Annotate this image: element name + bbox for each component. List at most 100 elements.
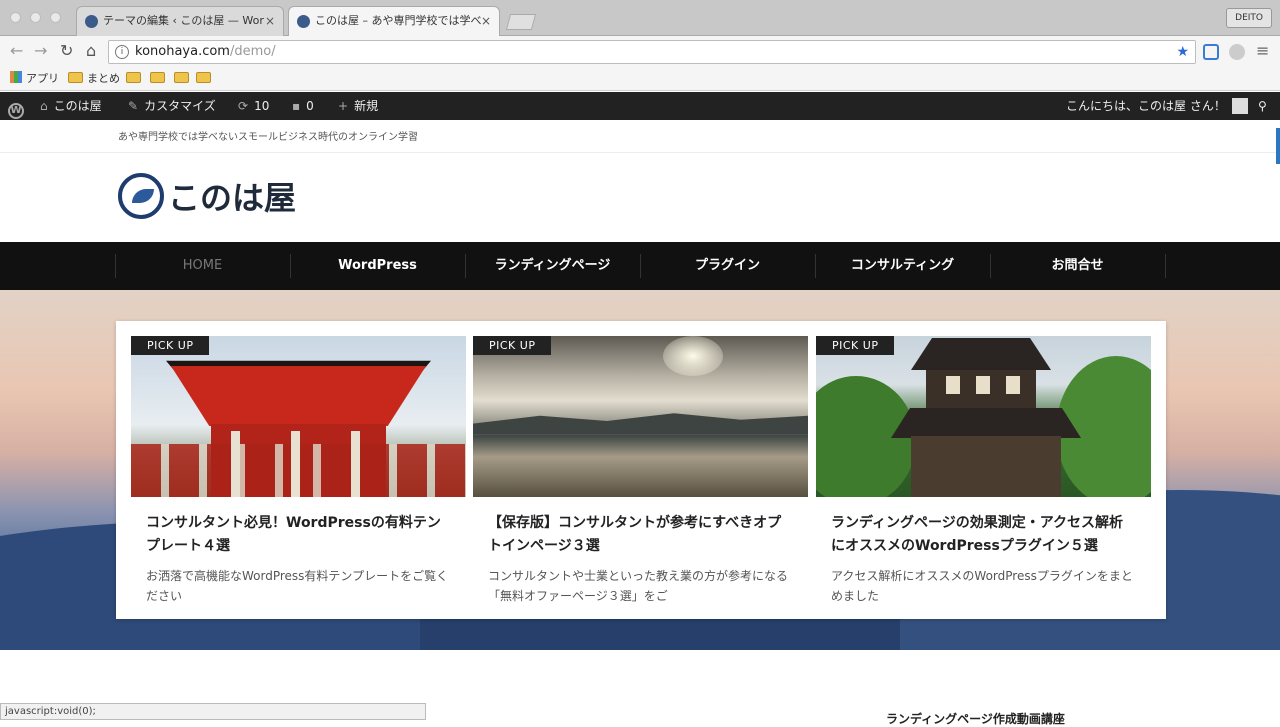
site-tagline: あや専門学校では学べないスモールビジネス時代のオンライン学習 — [118, 132, 418, 143]
sun-shape — [663, 336, 723, 376]
address-bar[interactable]: i konohaya.com/demo/ ★ — [108, 40, 1196, 64]
admin-search-icon[interactable]: ⚲ — [1258, 92, 1267, 120]
admin-new-content[interactable]: + 新規 — [338, 92, 378, 120]
gate-pillar-shape — [351, 431, 360, 497]
admin-customize[interactable]: ✎ カスタマイズ — [128, 92, 216, 120]
tab-title: テーマの編集 ‹ このは屋 — Wor — [103, 14, 264, 27]
bookmark-apps[interactable]: アプリ — [10, 71, 59, 87]
browser-toolbar: ← → ↻ ⌂ i konohaya.com/demo/ ★ ≡ — [0, 36, 1280, 68]
back-arrow-icon[interactable]: ← — [10, 43, 23, 59]
admin-account-menu[interactable]: こんにちは、このは屋 さん！ — [1066, 92, 1248, 120]
nav-item-consulting[interactable]: コンサルティング — [815, 242, 990, 290]
updates-count: 10 — [254, 99, 270, 113]
comment-icon: ▪ — [292, 99, 301, 113]
header-divider — [0, 152, 1280, 153]
pickup-card[interactable]: PICK UP コンサルタント必見！WordPressの有料テンプレート４選 お… — [131, 336, 466, 606]
nav-item-landing-page[interactable]: ランディングページ — [465, 242, 640, 290]
url-path: /demo/ — [229, 44, 276, 59]
temple-window-shape — [946, 376, 960, 394]
close-window-button[interactable] — [10, 12, 21, 23]
pickup-description: お洒落で高機能なWordPress有料テンプレートをご覧ください — [146, 569, 449, 603]
gate-pillar-shape — [231, 431, 240, 497]
pickup-card[interactable]: PICK UP 【保存版】コンサルタントが参考にすべきオプトインページ３選 コン… — [473, 336, 808, 606]
zoom-window-button[interactable] — [50, 12, 61, 23]
pickup-badge: PICK UP — [473, 336, 552, 355]
bookmark-label: アプリ — [26, 72, 59, 85]
cast-extension-icon[interactable] — [1203, 44, 1219, 60]
plus-icon: + — [338, 99, 349, 113]
pickup-description: アクセス解析にオススメのWordPressプラグインをまとめました — [831, 569, 1133, 603]
bookmark-folder[interactable] — [174, 71, 193, 87]
bookmark-folder[interactable] — [196, 71, 215, 87]
temple-lower-shape — [911, 436, 1061, 497]
temple-roof-shape — [891, 408, 1081, 438]
comments-count: 0 — [306, 99, 314, 113]
wp-logo-menu[interactable]: W — [8, 92, 24, 120]
bookmark-label: まとめ — [87, 72, 120, 85]
wordpress-logo-icon: W — [8, 103, 24, 119]
temple-window-shape — [1006, 376, 1020, 394]
nav-item-plugin[interactable]: プラグイン — [640, 242, 815, 290]
nav-item-wordpress[interactable]: WordPress — [290, 242, 465, 290]
wordpress-favicon-icon — [297, 15, 310, 28]
nav-divider — [1165, 254, 1166, 278]
ridge-shape — [473, 413, 808, 434]
admin-site-name[interactable]: ⌂ このは屋 — [40, 92, 102, 120]
tab-close-icon[interactable]: × — [265, 7, 275, 35]
admin-comments[interactable]: ▪ 0 — [292, 92, 314, 120]
dashboard-icon: ⌂ — [40, 99, 48, 113]
shrine-gate-image: PICK UP — [131, 336, 466, 497]
wp-admin-bar: W ⌂ このは屋 ✎ カスタマイズ ⟳ 10 ▪ 0 + 新規 こんにちは、このは屋 さん… — [0, 92, 1280, 120]
wordpress-favicon-icon — [85, 15, 98, 28]
forward-arrow-icon[interactable]: → — [34, 43, 47, 59]
reload-icon[interactable]: ↻ — [60, 43, 73, 59]
admin-customize-label: カスタマイズ — [144, 99, 216, 113]
temple-window-shape — [976, 376, 990, 394]
folder-icon — [68, 72, 83, 83]
pickup-title[interactable]: コンサルタント必見！WordPressの有料テンプレート４選 — [131, 512, 466, 558]
info-icon[interactable]: i — [115, 45, 129, 59]
pickup-card[interactable]: PICK UP ランディングページの効果測定・アクセス解析にオススメのWordP… — [816, 336, 1151, 606]
gate-body-shape — [171, 366, 426, 426]
pickup-description: コンサルタントや士業といった教え業の方が参考になる「無料オファーページ３選」をご — [488, 569, 789, 603]
pickup-badge: PICK UP — [816, 336, 895, 355]
sea-of-clouds-image: PICK UP — [473, 336, 808, 497]
bookmark-star-icon[interactable]: ★ — [1176, 41, 1189, 63]
admin-updates[interactable]: ⟳ 10 — [238, 92, 269, 120]
pickup-title[interactable]: 【保存版】コンサルタントが参考にすべきオプトインページ３選 — [473, 512, 808, 558]
new-tab-button[interactable] — [505, 14, 537, 30]
leaf-logo-icon — [118, 173, 164, 219]
scroll-indicator — [1276, 128, 1280, 164]
admin-site-name-label: このは屋 — [53, 99, 102, 113]
folder-icon — [174, 72, 189, 83]
nav-item-home[interactable]: HOME — [115, 242, 290, 290]
temple-roof-shape — [911, 338, 1051, 370]
profile-button[interactable]: DEITO — [1226, 8, 1272, 28]
temple-image: PICK UP — [816, 336, 1151, 497]
site-logo[interactable]: このは屋 — [118, 172, 296, 220]
bookmark-folder[interactable] — [150, 71, 169, 87]
folder-icon — [126, 72, 141, 83]
folder-icon — [150, 72, 165, 83]
tab-site-front[interactable]: このは屋 – あや専門学校では学べ × — [288, 6, 500, 36]
tab-close-icon[interactable]: × — [481, 7, 491, 35]
pickup-section: PICK UP コンサルタント必見！WordPressの有料テンプレート４選 お… — [116, 321, 1166, 619]
bookmark-matome[interactable]: まとめ — [68, 71, 120, 87]
sidebar-heading: ランディングページ作成動画講座 — [886, 712, 1065, 726]
apps-grid-icon — [10, 71, 22, 83]
pickup-title[interactable]: ランディングページの効果測定・アクセス解析にオススメのWordPressプラグイ… — [816, 512, 1151, 558]
refresh-icon: ⟳ — [238, 99, 249, 113]
pickup-badge: PICK UP — [131, 336, 210, 355]
browser-tab-strip: テーマの編集 ‹ このは屋 — Wor × このは屋 – あや専門学校では学べ … — [0, 0, 1280, 36]
bookmark-folder[interactable] — [126, 71, 145, 87]
menu-icon[interactable]: ≡ — [1256, 43, 1269, 59]
extension-icon[interactable] — [1229, 44, 1245, 60]
bookmarks-bar: アプリ まとめ — [0, 68, 1280, 91]
minimize-window-button[interactable] — [30, 12, 41, 23]
tab-theme-editor[interactable]: テーマの編集 ‹ このは屋 — Wor × — [76, 6, 284, 36]
avatar — [1231, 98, 1248, 114]
admin-new-label: 新規 — [354, 99, 379, 113]
status-bar: javascript:void(0); — [0, 703, 426, 720]
home-icon[interactable]: ⌂ — [86, 43, 96, 59]
nav-item-contact[interactable]: お問合せ — [990, 242, 1165, 290]
